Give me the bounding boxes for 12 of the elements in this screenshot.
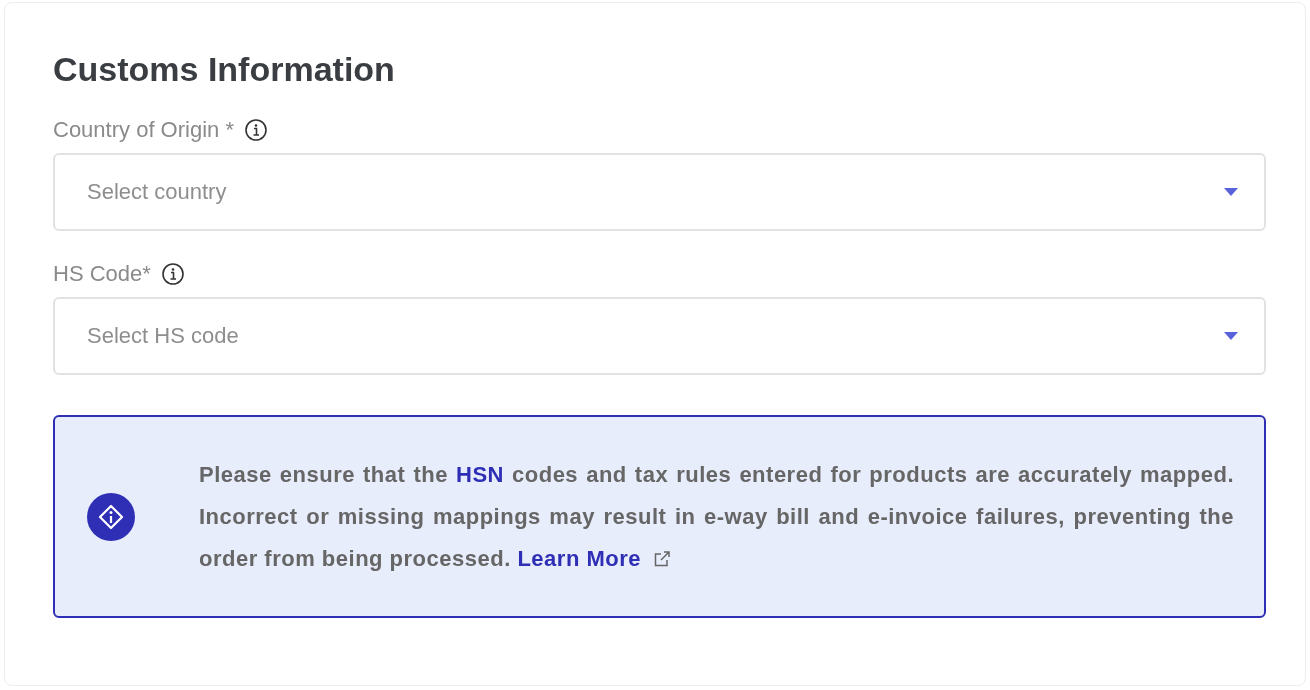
field-label: Country of Origin * xyxy=(53,117,234,143)
info-icon xyxy=(87,492,135,541)
caret-icon xyxy=(1224,188,1238,196)
field-label: HS Code* xyxy=(53,261,151,287)
select-field[interactable]: Select HS code xyxy=(53,297,1266,375)
caret-icon xyxy=(1224,332,1238,340)
section-title: Customs Information xyxy=(53,49,396,90)
info-icon[interactable] xyxy=(160,262,185,286)
info-icon[interactable] xyxy=(243,118,268,142)
select-field[interactable]: Select country xyxy=(53,153,1266,231)
learn-more-link[interactable]: Learn More xyxy=(517,545,641,571)
notice-text: Please ensure that the HSN codes and tax rules entered for products are accurately mapped. Incorrect or missing mappings may result in e-way bill and e-invoice failures, preventing the order from being processed. Learn More xyxy=(199,460,1234,573)
